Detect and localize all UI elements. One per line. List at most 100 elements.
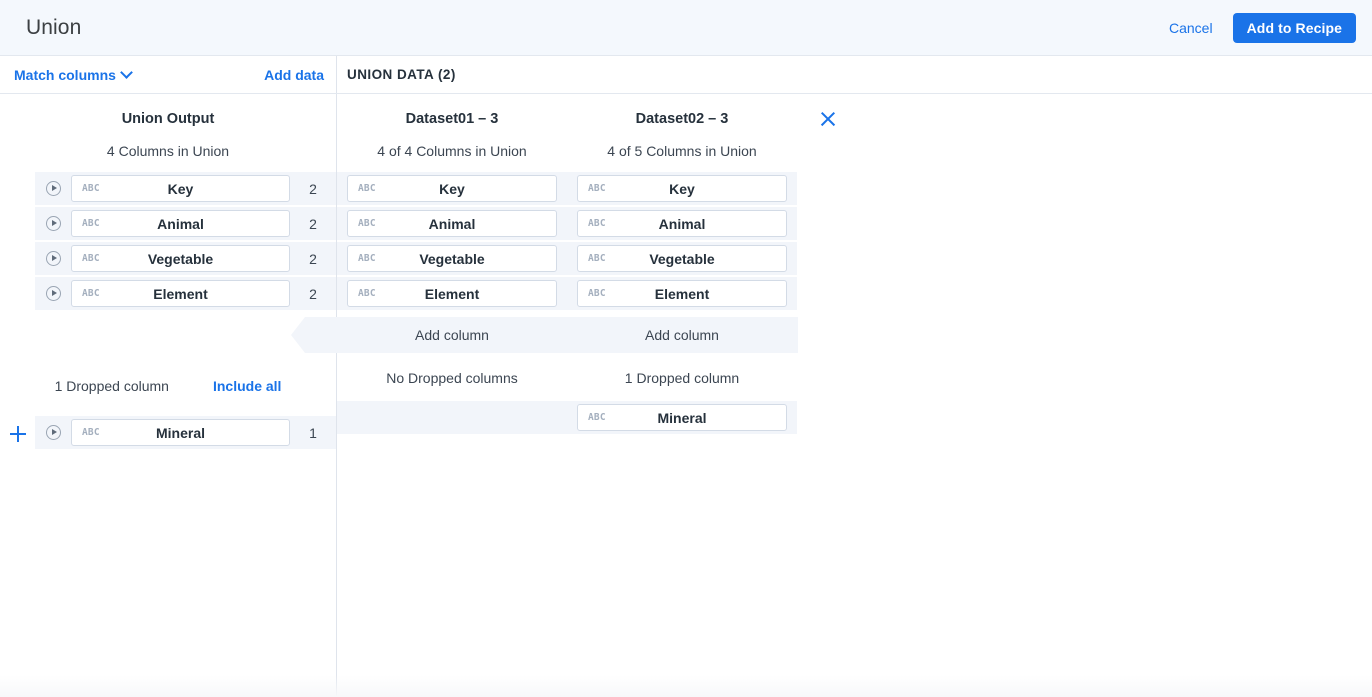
- plus-icon[interactable]: [10, 426, 26, 442]
- row-expand-cell: [35, 286, 71, 301]
- column-name-value: Mineral: [155, 424, 205, 441]
- column-name-input[interactable]: ABC Element: [71, 280, 290, 307]
- play-circle-icon[interactable]: [45, 251, 61, 266]
- cancel-button[interactable]: Cancel: [1169, 20, 1213, 36]
- play-circle-icon[interactable]: [45, 216, 61, 231]
- play-circle-icon[interactable]: [45, 286, 61, 301]
- column-name-input[interactable]: ABC Key: [577, 175, 787, 202]
- type-abc-icon: ABC: [82, 218, 100, 229]
- column-name-value: Element: [153, 285, 208, 302]
- union-data-panel: Dataset01 – 3 4 of 4 Columns in Union Da…: [337, 94, 1372, 697]
- column-name-value: Animal: [658, 215, 706, 232]
- column-name-input[interactable]: ABC Key: [347, 175, 557, 202]
- dataset-cell: ABC Key: [567, 172, 797, 205]
- dataset-header-0: Dataset01 – 3 4 of 4 Columns in Union: [337, 111, 567, 159]
- dataset-cell: ABC Key: [337, 172, 567, 205]
- type-abc-icon: ABC: [358, 288, 376, 299]
- table-row: ABC Vegetable ABC Vegetable: [337, 242, 1372, 277]
- row-expand-cell: [35, 425, 71, 440]
- column-name-input[interactable]: ABC Animal: [71, 210, 290, 237]
- type-abc-icon: ABC: [82, 183, 100, 194]
- column-name-input[interactable]: ABC Animal: [347, 210, 557, 237]
- column-name-input[interactable]: ABC Vegetable: [71, 245, 290, 272]
- type-abc-icon: ABC: [588, 183, 606, 194]
- column-name-value: Mineral: [657, 409, 707, 426]
- union-data-heading: UNION DATA (2): [347, 67, 456, 82]
- add-to-recipe-button[interactable]: Add to Recipe: [1232, 12, 1356, 43]
- column-name-input[interactable]: ABC Vegetable: [347, 245, 557, 272]
- column-count: 2: [309, 215, 317, 232]
- chevron-down-icon: [122, 67, 133, 78]
- dataset-cell: ABC Mineral: [567, 401, 797, 434]
- column-count: 2: [309, 180, 317, 197]
- add-data-button[interactable]: Add data: [264, 67, 324, 83]
- column-name-input[interactable]: ABC Element: [577, 280, 787, 307]
- type-abc-icon: ABC: [82, 253, 100, 264]
- column-name-input[interactable]: ABC Key: [71, 175, 290, 202]
- column-count: 2: [309, 285, 317, 302]
- match-columns-dropdown[interactable]: Match columns: [14, 67, 133, 83]
- column-name-input[interactable]: ABC Animal: [577, 210, 787, 237]
- close-icon[interactable]: [817, 108, 839, 130]
- type-abc-icon: ABC: [588, 253, 606, 264]
- play-circle-icon[interactable]: [45, 181, 61, 196]
- column-name-input[interactable]: ABC Vegetable: [577, 245, 787, 272]
- dataset-header-1: Dataset02 – 3 4 of 5 Columns in Union: [567, 111, 797, 159]
- column-name-value: Animal: [157, 215, 204, 232]
- dropped-gap: [0, 348, 336, 372]
- column-count: 2: [309, 250, 317, 267]
- column-name-value: Vegetable: [147, 250, 214, 267]
- dataset-dropped-label: No Dropped columns: [386, 370, 518, 386]
- add-column-button-0[interactable]: Add column: [337, 317, 567, 353]
- column-name-value: Key: [669, 180, 695, 197]
- dataset-dropped-rows: ABC Mineral: [337, 401, 1372, 436]
- column-count: 1: [309, 424, 317, 441]
- dataset-title: Dataset02 – 3: [635, 111, 729, 127]
- dataset-headers: Dataset01 – 3 4 of 4 Columns in Union Da…: [337, 94, 1372, 159]
- union-output-subtitle: 4 Columns in Union: [106, 143, 230, 159]
- dataset-subtitle: 4 of 5 Columns in Union: [607, 143, 757, 159]
- add-column-button-1[interactable]: Add column: [567, 317, 797, 353]
- table-row[interactable]: ABC Key 2: [35, 172, 336, 207]
- dataset-rows: ABC Key ABC Key ABC Animal ABC Animal AB…: [337, 172, 1372, 312]
- type-abc-icon: ABC: [358, 183, 376, 194]
- dropped-columns-header: 1 Dropped column Include all: [0, 372, 336, 400]
- column-name-input[interactable]: ABC Mineral: [577, 404, 787, 431]
- table-row[interactable]: ABC Vegetable 2: [35, 242, 336, 277]
- dataset-title: Dataset01 – 3: [405, 111, 499, 127]
- top-header-bar: Union Cancel Add to Recipe: [0, 0, 1372, 56]
- dataset-cell: ABC Vegetable: [337, 242, 567, 275]
- include-all-button[interactable]: Include all: [213, 378, 281, 394]
- table-row[interactable]: ABC Animal 2: [35, 207, 336, 242]
- column-name-input[interactable]: ABC Element: [347, 280, 557, 307]
- column-name-value: Key: [439, 180, 465, 197]
- table-row: ABC Key ABC Key: [337, 172, 1372, 207]
- union-editor: Union Cancel Add to Recipe Match columns…: [0, 0, 1372, 697]
- dataset-dropped-label: 1 Dropped column: [624, 370, 740, 386]
- dataset-cell: ABC Animal: [337, 207, 567, 240]
- dropped-table-row[interactable]: ABC Mineral 1: [35, 416, 336, 451]
- column-name-value: Vegetable: [419, 250, 485, 267]
- union-output-panel: Union Output 4 Columns in Union ABC Key …: [0, 94, 337, 697]
- table-row: ABC Element ABC Element: [337, 277, 1372, 312]
- column-name-input[interactable]: ABC Mineral: [71, 419, 290, 446]
- dataset-dropped-headers: No Dropped columns 1 Dropped column: [337, 356, 1372, 400]
- type-abc-icon: ABC: [358, 218, 376, 229]
- addcol-band-spacer: [0, 312, 336, 348]
- type-abc-icon: ABC: [82, 288, 100, 299]
- type-abc-icon: ABC: [358, 253, 376, 264]
- play-circle-icon[interactable]: [45, 425, 61, 440]
- dropped-rows: ABC Mineral 1: [0, 416, 336, 451]
- table-row[interactable]: ABC Element 2: [35, 277, 336, 312]
- type-abc-icon: ABC: [588, 412, 606, 423]
- type-abc-icon: ABC: [82, 427, 100, 438]
- column-name-value: Element: [654, 285, 710, 302]
- editor-body: Union Output 4 Columns in Union ABC Key …: [0, 94, 1372, 697]
- action-bar-right: UNION DATA (2): [337, 56, 1372, 93]
- column-name-value: Key: [167, 180, 194, 197]
- dropped-table-row: ABC Mineral: [337, 401, 1372, 436]
- union-output-title: Union Output: [121, 111, 215, 127]
- dataset-subtitle: 4 of 4 Columns in Union: [377, 143, 527, 159]
- dataset-cell: ABC Animal: [567, 207, 797, 240]
- column-name-value: Vegetable: [649, 250, 715, 267]
